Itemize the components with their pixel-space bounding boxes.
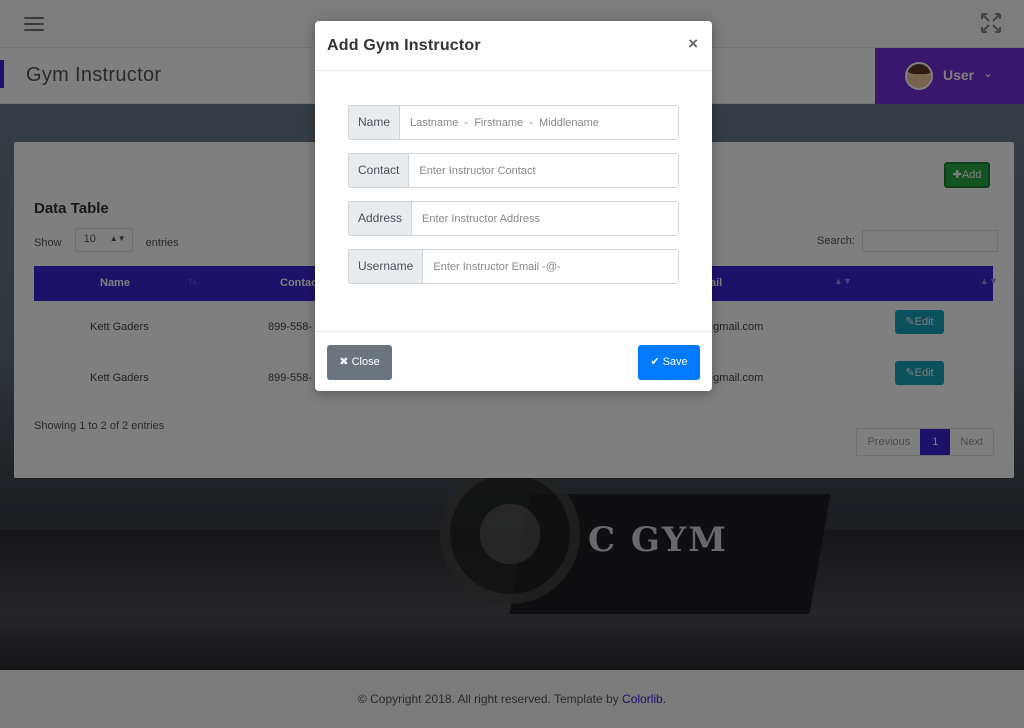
name-label: Name <box>349 106 401 139</box>
username-field[interactable] <box>423 250 678 283</box>
contact-field[interactable] <box>409 154 678 187</box>
instructor-form: Name Contact Address Username <box>348 105 679 297</box>
name-field[interactable] <box>400 106 678 139</box>
address-field[interactable] <box>412 202 678 235</box>
name-input-group: Name <box>348 105 679 140</box>
close-button[interactable]: ✖ Close <box>327 345 392 380</box>
save-button[interactable]: ✔ Save <box>638 345 700 380</box>
username-label: Username <box>349 250 424 283</box>
contact-label: Contact <box>349 154 410 187</box>
address-label: Address <box>349 202 413 235</box>
save-button-label: Save <box>662 356 688 368</box>
contact-input-group: Contact <box>348 153 679 188</box>
add-instructor-modal: Add Gym Instructor × Name Contact Addres… <box>315 21 712 391</box>
check-icon: ✔ <box>650 356 663 368</box>
x-icon: ✖ <box>339 356 352 368</box>
close-icon[interactable]: × <box>688 34 698 54</box>
modal-footer: ✖ Close ✔ Save <box>315 331 712 391</box>
close-button-label: Close <box>351 356 380 368</box>
modal-title: Add Gym Instructor <box>327 37 481 54</box>
username-input-group: Username <box>348 249 679 284</box>
modal-header: Add Gym Instructor × <box>315 21 712 71</box>
address-input-group: Address <box>348 201 679 236</box>
